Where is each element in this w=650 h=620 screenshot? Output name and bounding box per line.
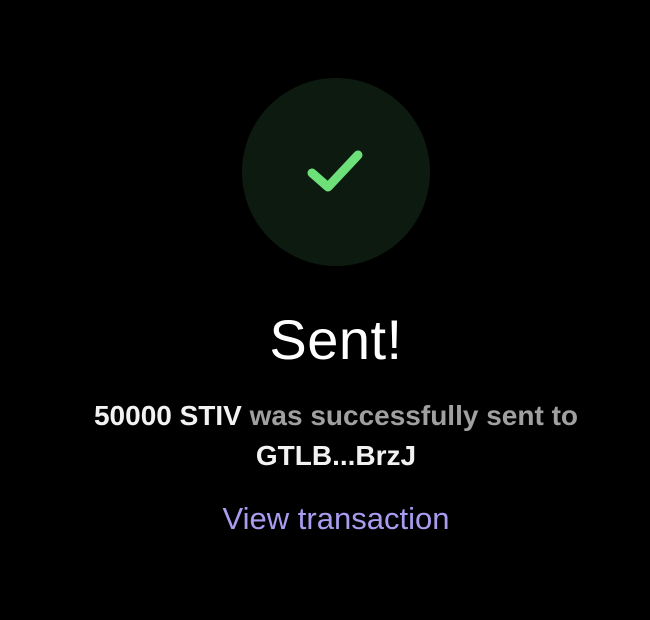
status-title: Sent! [269,308,403,371]
success-screen: Sent! 50000 STIV was successfully sent t… [0,0,650,620]
sent-amount: 50000 STIV [93,400,242,431]
view-transaction-link[interactable]: View transaction [0,498,650,540]
checkmark-icon [307,150,363,192]
success-badge [242,78,430,266]
recipient-address: GTLB...BrzJ [255,440,417,471]
message-text: was successfully sent to [241,400,578,431]
success-message: 50000 STIV was successfully sent to GTLB… [0,396,650,476]
